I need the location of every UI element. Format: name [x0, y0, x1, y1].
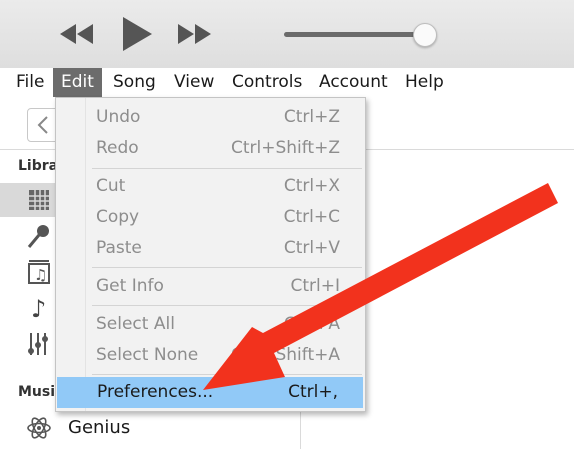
menu-item-label: Select All: [96, 314, 175, 334]
menu-help[interactable]: Help: [397, 68, 452, 97]
edit-menu-dropdown: Undo Ctrl+Z Redo Ctrl+Shift+Z Cut Ctrl+X…: [55, 97, 366, 412]
menu-item-shortcut: Ctrl+C: [283, 207, 340, 227]
menu-item-shortcut: Ctrl+V: [283, 238, 340, 258]
volume-slider[interactable]: [284, 32, 424, 37]
rewind-icon[interactable]: [59, 22, 95, 46]
menu-item-cut[interactable]: Cut Ctrl+X: [56, 171, 365, 202]
menu-separator: [92, 168, 362, 169]
menu-item-label: Get Info: [96, 276, 164, 296]
composers-icon[interactable]: [26, 331, 52, 357]
play-icon[interactable]: [120, 16, 154, 52]
sidebar-heading-library: Libra: [18, 158, 59, 174]
menu-separator: [92, 267, 362, 268]
menu-item-label: Paste: [96, 238, 142, 258]
menu-item-shortcut: Ctrl+A: [283, 314, 340, 334]
genius-atom-icon: [27, 417, 51, 439]
menu-item-shortcut: Ctrl+X: [283, 176, 340, 196]
menu-item-shortcut: Ctrl+Shift+A: [230, 345, 340, 365]
sidebar-item-genius[interactable]: Genius: [68, 417, 130, 438]
menu-item-get-info[interactable]: Get Info Ctrl+I: [56, 271, 365, 302]
menu-item-label: Undo: [96, 107, 141, 127]
menu-item-copy[interactable]: Copy Ctrl+C: [56, 202, 365, 233]
menu-edit[interactable]: Edit: [53, 68, 102, 97]
player-bar: [0, 0, 574, 68]
menu-controls[interactable]: Controls: [224, 68, 310, 97]
chevron-left-icon: [37, 116, 48, 134]
menu-item-redo[interactable]: Redo Ctrl+Shift+Z: [56, 133, 365, 164]
menu-item-undo[interactable]: Undo Ctrl+Z: [56, 102, 365, 133]
microphone-icon[interactable]: [26, 223, 52, 249]
menu-item-shortcut: Ctrl+,: [288, 382, 338, 402]
music-video-icon[interactable]: ♫: [26, 259, 52, 285]
svg-text:♫: ♫: [34, 266, 47, 284]
menu-item-label: Redo: [96, 138, 139, 158]
sidebar-heading-music: Musi: [18, 384, 56, 400]
menu-item-shortcut: Ctrl+Z: [283, 107, 340, 127]
menu-item-select-all[interactable]: Select All Ctrl+A: [56, 309, 365, 340]
menu-item-shortcut: Ctrl+I: [290, 276, 340, 296]
menu-item-label: Select None: [96, 345, 199, 365]
calendar-grid-icon: [29, 190, 49, 210]
menu-item-preferences[interactable]: Preferences... Ctrl+,: [57, 377, 363, 408]
menubar: File Edit Song View Controls Account Hel…: [0, 68, 574, 97]
menu-item-select-none[interactable]: Select None Ctrl+Shift+A: [56, 340, 365, 371]
music-note-icon[interactable]: ♪: [26, 295, 52, 321]
menu-file[interactable]: File: [8, 68, 52, 97]
fast-forward-icon[interactable]: [176, 22, 212, 46]
menu-view[interactable]: View: [166, 68, 222, 97]
menu-item-paste[interactable]: Paste Ctrl+V: [56, 233, 365, 264]
menu-separator: [92, 305, 362, 306]
menu-item-label: Copy: [96, 207, 140, 227]
menu-item-label: Cut: [96, 176, 126, 196]
volume-knob[interactable]: [413, 23, 437, 47]
menu-song[interactable]: Song: [105, 68, 164, 97]
svg-text:♪: ♪: [31, 295, 46, 321]
menu-item-label: Preferences...: [97, 382, 214, 402]
menu-separator: [92, 374, 362, 375]
menu-account[interactable]: Account: [311, 68, 396, 97]
menu-item-shortcut: Ctrl+Shift+Z: [230, 138, 340, 158]
